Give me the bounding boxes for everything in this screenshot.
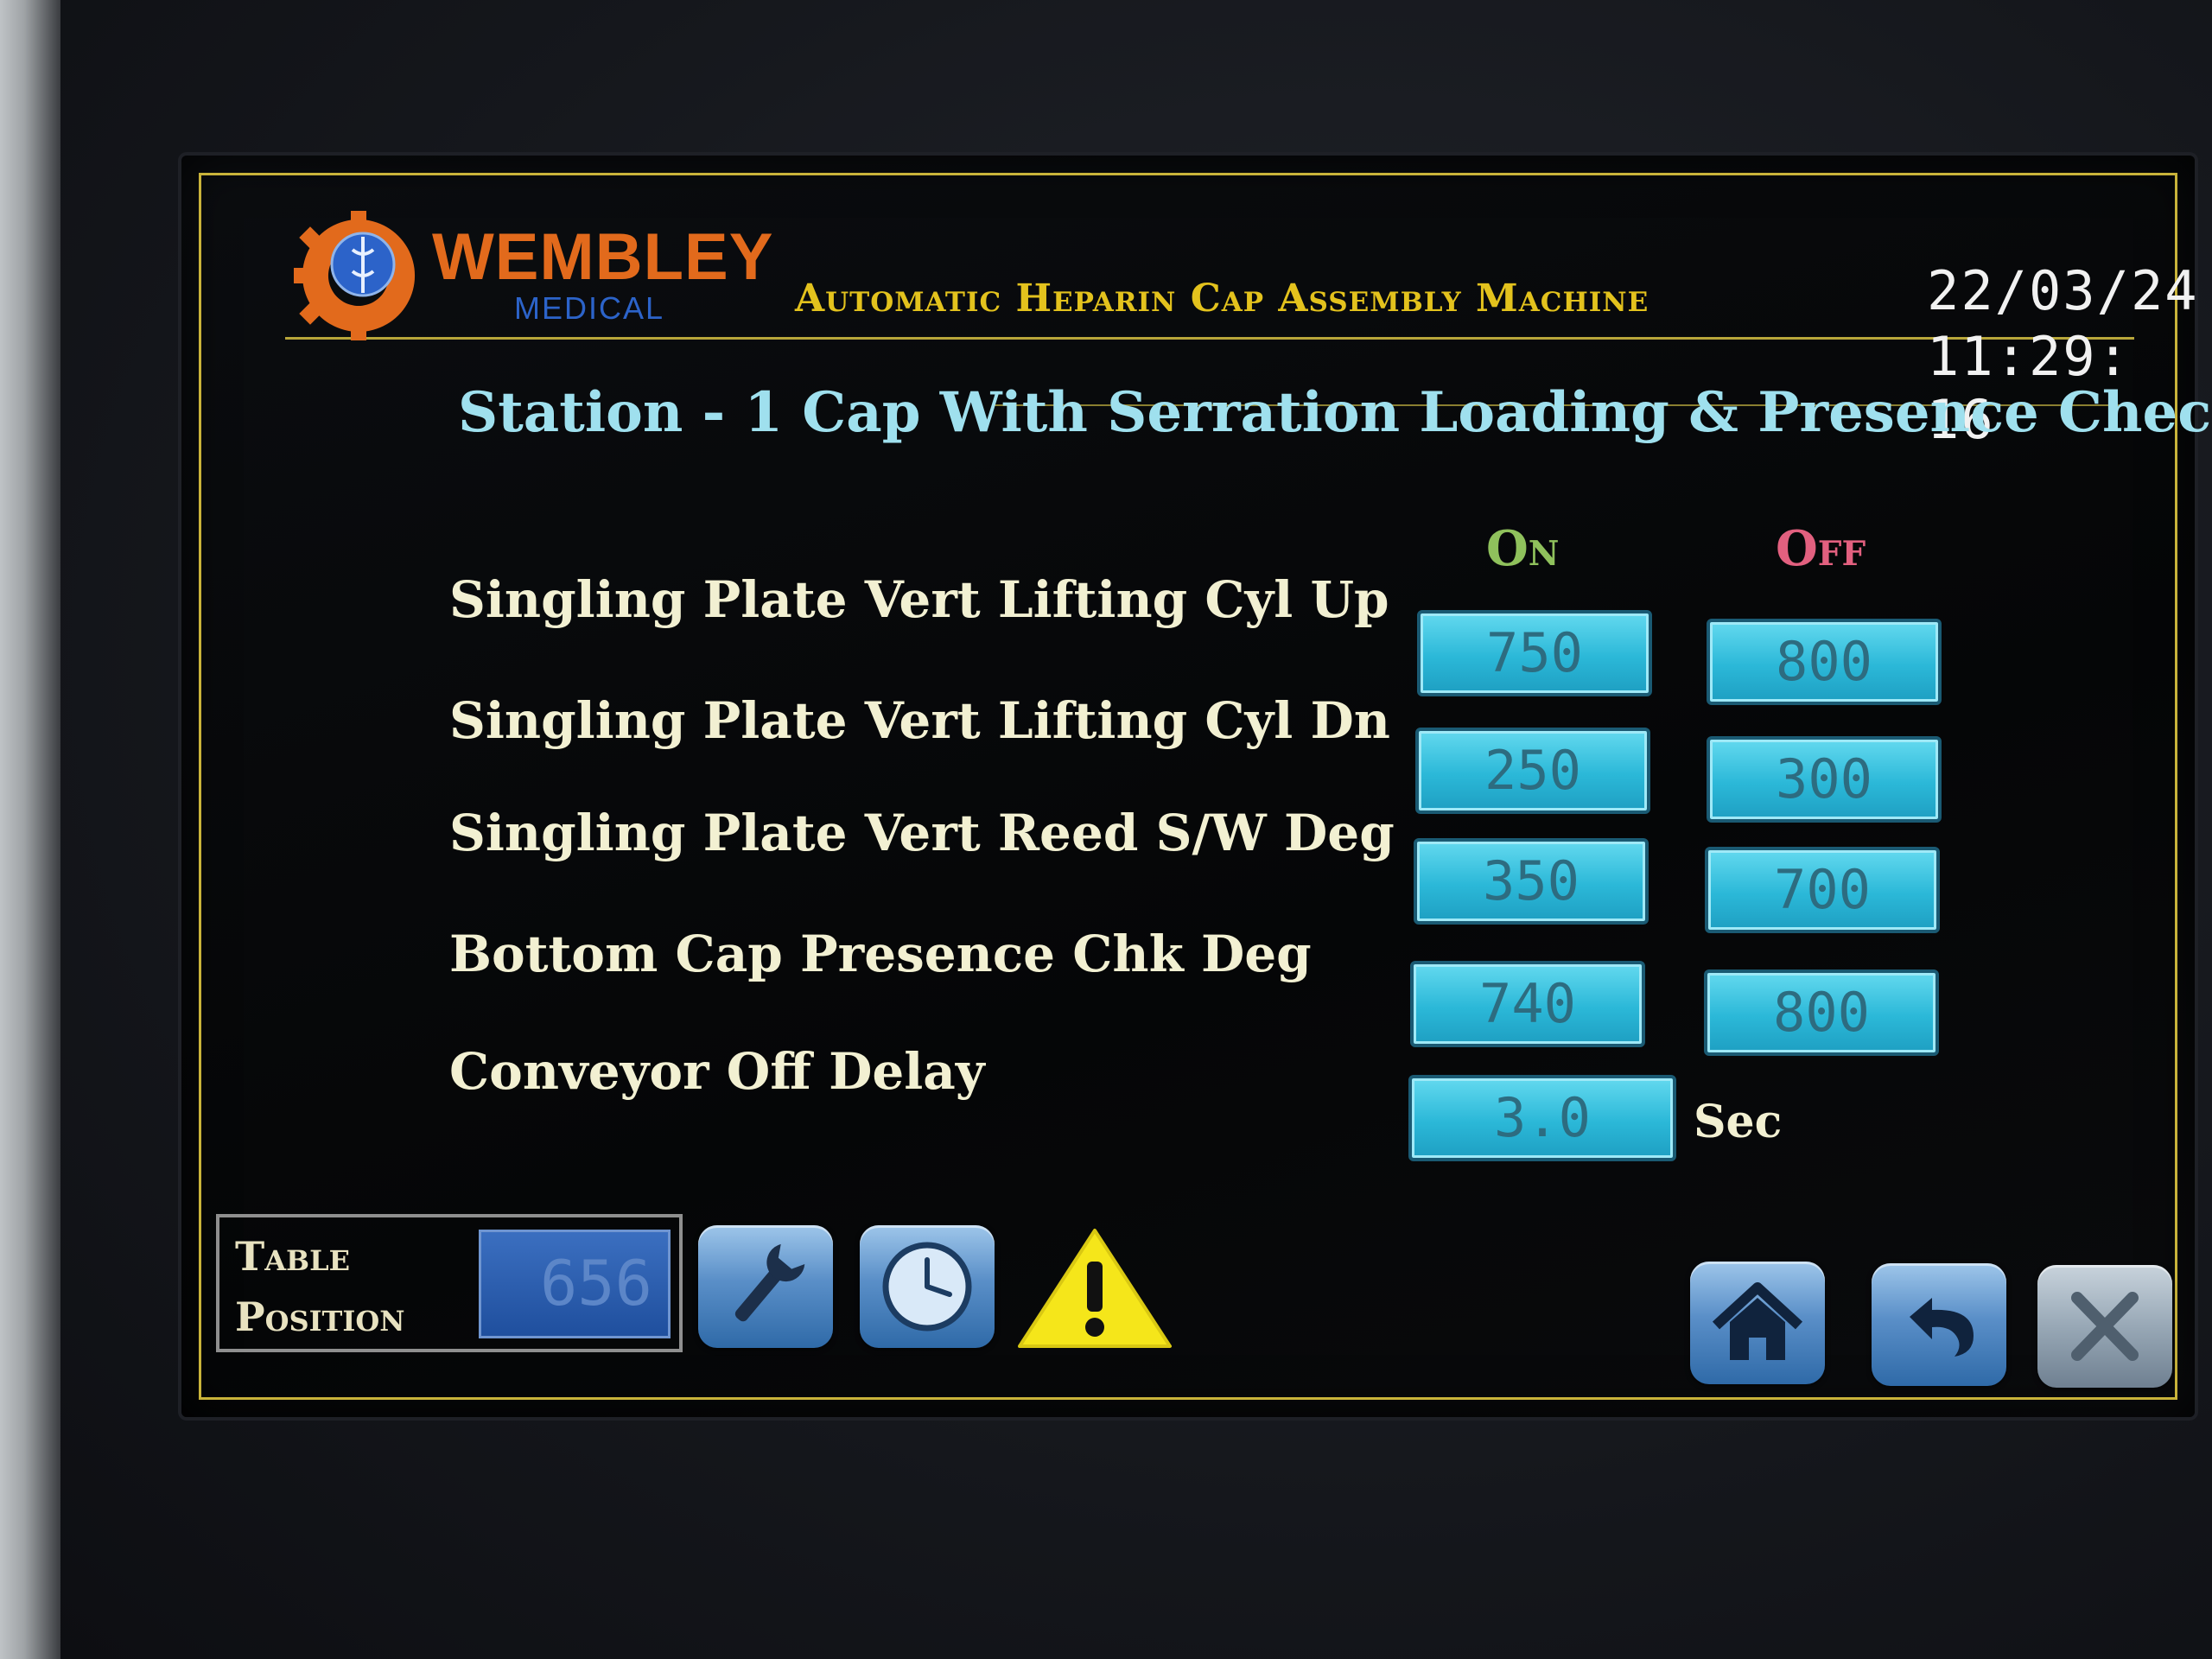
table-position-label-line1: Table (235, 1233, 350, 1280)
back-button[interactable] (1872, 1263, 2006, 1386)
warning-button[interactable] (1016, 1227, 1173, 1350)
date-display: 22/03/24 (1927, 259, 2199, 322)
brand-name: WEMBLEY (432, 220, 774, 294)
on-value-input-lifting-cyl-dn[interactable]: 250 (1415, 728, 1650, 814)
off-value-input-bottom-cap-presence[interactable]: 800 (1704, 969, 1939, 1056)
param-label-bottom-cap-presence: Bottom Cap Presence Chk Deg (449, 925, 1312, 983)
conveyor-delay-input[interactable]: 3.0 (1408, 1075, 1676, 1161)
param-label-lifting-cyl-up: Singling Plate Vert Lifting Cyl Up (449, 570, 1389, 629)
table-position-label-line2: Position (235, 1294, 405, 1340)
gear-globe-logo-icon (294, 211, 416, 340)
off-value-input-lifting-cyl-up[interactable]: 800 (1707, 619, 1942, 705)
conveyor-delay-unit: Sec (1694, 1096, 1783, 1148)
clock-icon (882, 1242, 972, 1332)
param-label-conveyor-off-delay: Conveyor Off Delay (449, 1042, 985, 1101)
on-value-input-bottom-cap-presence[interactable]: 740 (1410, 961, 1645, 1047)
off-value-input-reed-sw-deg[interactable]: 700 (1705, 847, 1940, 933)
close-button[interactable] (2037, 1265, 2172, 1388)
table-position-panel: Table Position 656 (216, 1214, 683, 1352)
on-value-input-lifting-cyl-up[interactable]: 750 (1417, 610, 1652, 696)
off-column-header: Off (1776, 520, 1866, 577)
background-wall (0, 0, 60, 1659)
off-value-input-lifting-cyl-dn[interactable]: 300 (1707, 736, 1942, 823)
undo-arrow-icon (1910, 1298, 1974, 1357)
param-label-lifting-cyl-dn: Singling Plate Vert Lifting Cyl Dn (449, 691, 1390, 750)
machine-title: Automatic Heparin Cap Assembly Machine (795, 276, 1649, 321)
on-value-input-reed-sw-deg[interactable]: 350 (1414, 838, 1649, 925)
warning-icon (1018, 1229, 1172, 1348)
table-position-value: 656 (479, 1230, 671, 1338)
timer-button[interactable] (860, 1225, 995, 1348)
wrench-icon (734, 1243, 805, 1322)
brand-subtitle: MEDICAL (514, 290, 665, 326)
home-button[interactable] (1690, 1262, 1825, 1384)
table-position-label: Table Position (235, 1226, 404, 1347)
settings-button[interactable] (698, 1225, 833, 1348)
close-icon (2071, 1292, 2139, 1361)
header-divider (285, 337, 2134, 340)
param-label-reed-sw-deg: Singling Plate Vert Reed S/W Deg (449, 804, 1395, 862)
brand-logo: WEMBLEY MEDICAL (294, 207, 795, 340)
on-column-header: On (1486, 520, 1560, 577)
home-icon (1712, 1282, 1803, 1360)
page-title: Station - 1 Cap With Serration Loading &… (458, 380, 2212, 445)
